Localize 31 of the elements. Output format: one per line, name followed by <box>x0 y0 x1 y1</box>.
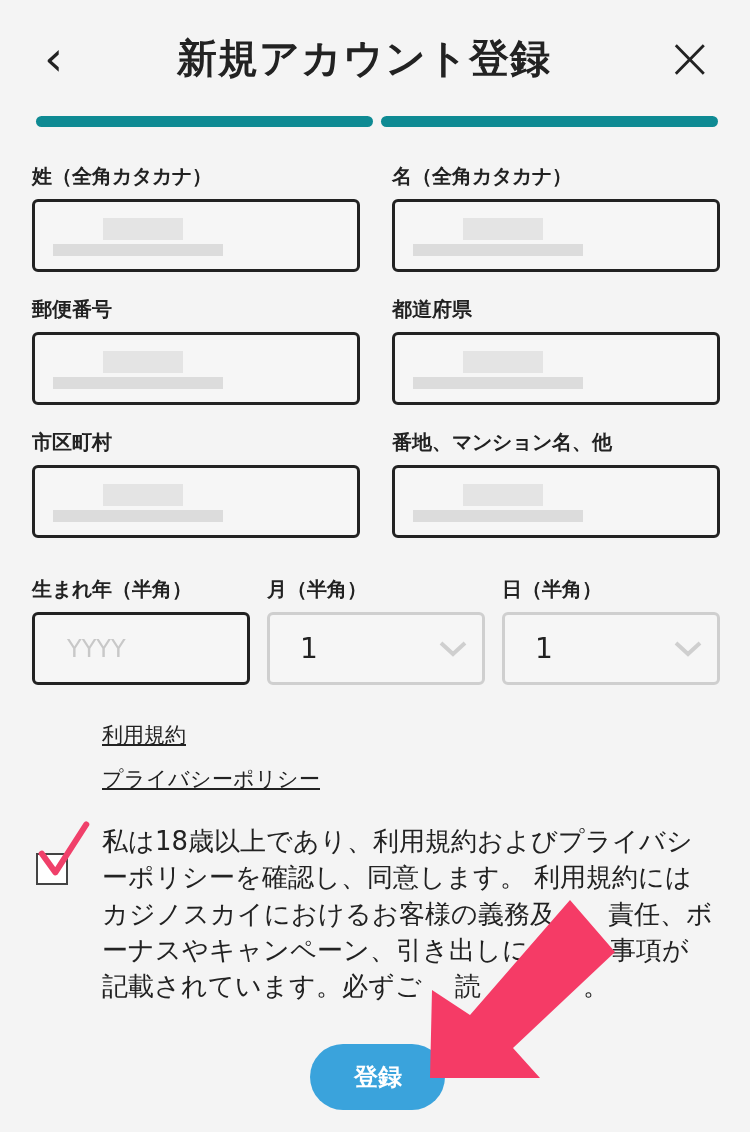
input-field[interactable] <box>32 465 360 538</box>
field-label: 日（半角） <box>502 576 603 603</box>
field-label: 姓（全角カタカナ） <box>32 163 213 190</box>
consent-text: ーポリシーを確認し、同意します。 利用規約には <box>102 861 693 895</box>
consent-text: 。 <box>583 970 609 1004</box>
field-label: 生まれ年（半角） <box>32 576 193 603</box>
field-label: 郵便番号 <box>32 296 113 323</box>
terms-link[interactable]: プライバシーポリシー <box>102 765 320 793</box>
close-button[interactable]: × <box>665 29 714 87</box>
chevron-down-icon <box>673 639 703 658</box>
consent-text: 読 <box>455 970 481 1004</box>
input-field[interactable] <box>392 332 720 405</box>
back-button[interactable]: ‹ <box>44 34 64 82</box>
field-label: 市区町村 <box>32 429 113 456</box>
terms-link[interactable]: 利用規約 <box>102 721 186 749</box>
input-field[interactable] <box>32 199 360 272</box>
dropdown[interactable]: 1 <box>267 612 485 685</box>
field-label: 番地、マンション名、他 <box>392 429 613 456</box>
consent-text: 責任、ボ <box>608 897 713 931</box>
input-field[interactable] <box>392 199 720 272</box>
chevron-down-icon <box>438 639 468 658</box>
page-title: 新規アカウント登録 <box>177 33 552 83</box>
consent-text: 事項が <box>610 933 689 967</box>
consent-text: 記載されています。必ずご <box>102 970 422 1004</box>
consent-text: 私は18歳以上であり、利用規約およびプライバシ <box>102 825 693 858</box>
dropdown[interactable]: 1 <box>502 612 720 685</box>
field-label: 名（全角カタカナ） <box>392 163 573 190</box>
input-field[interactable] <box>32 332 360 405</box>
field-label: 都道府県 <box>392 296 473 323</box>
field-label: 月（半角） <box>267 576 368 603</box>
input-field[interactable] <box>392 465 720 538</box>
